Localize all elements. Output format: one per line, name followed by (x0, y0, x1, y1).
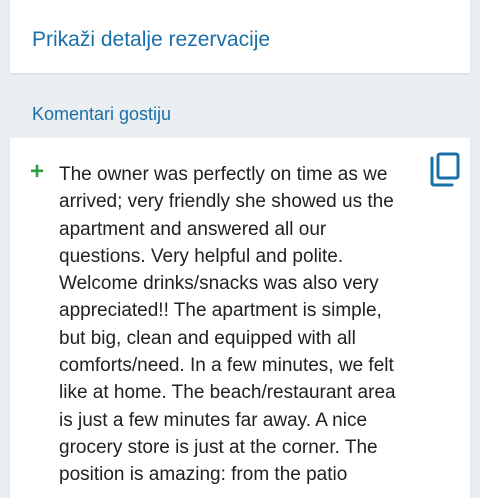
expand-plus-icon[interactable]: + (30, 160, 44, 184)
guest-comments-heading: Komentari gostiju (32, 104, 172, 124)
guest-comment-card: + The owner was perfectly on time as we … (10, 138, 470, 498)
reservation-card: Prikaži detalje rezervacije (10, 0, 470, 73)
copy-icon (430, 152, 460, 187)
copy-button[interactable] (427, 152, 461, 188)
guest-comment-text: The owner was perfectly on time as we ar… (59, 164, 396, 486)
show-reservation-details-link[interactable]: Prikaži detalje rezervacije (32, 28, 270, 52)
